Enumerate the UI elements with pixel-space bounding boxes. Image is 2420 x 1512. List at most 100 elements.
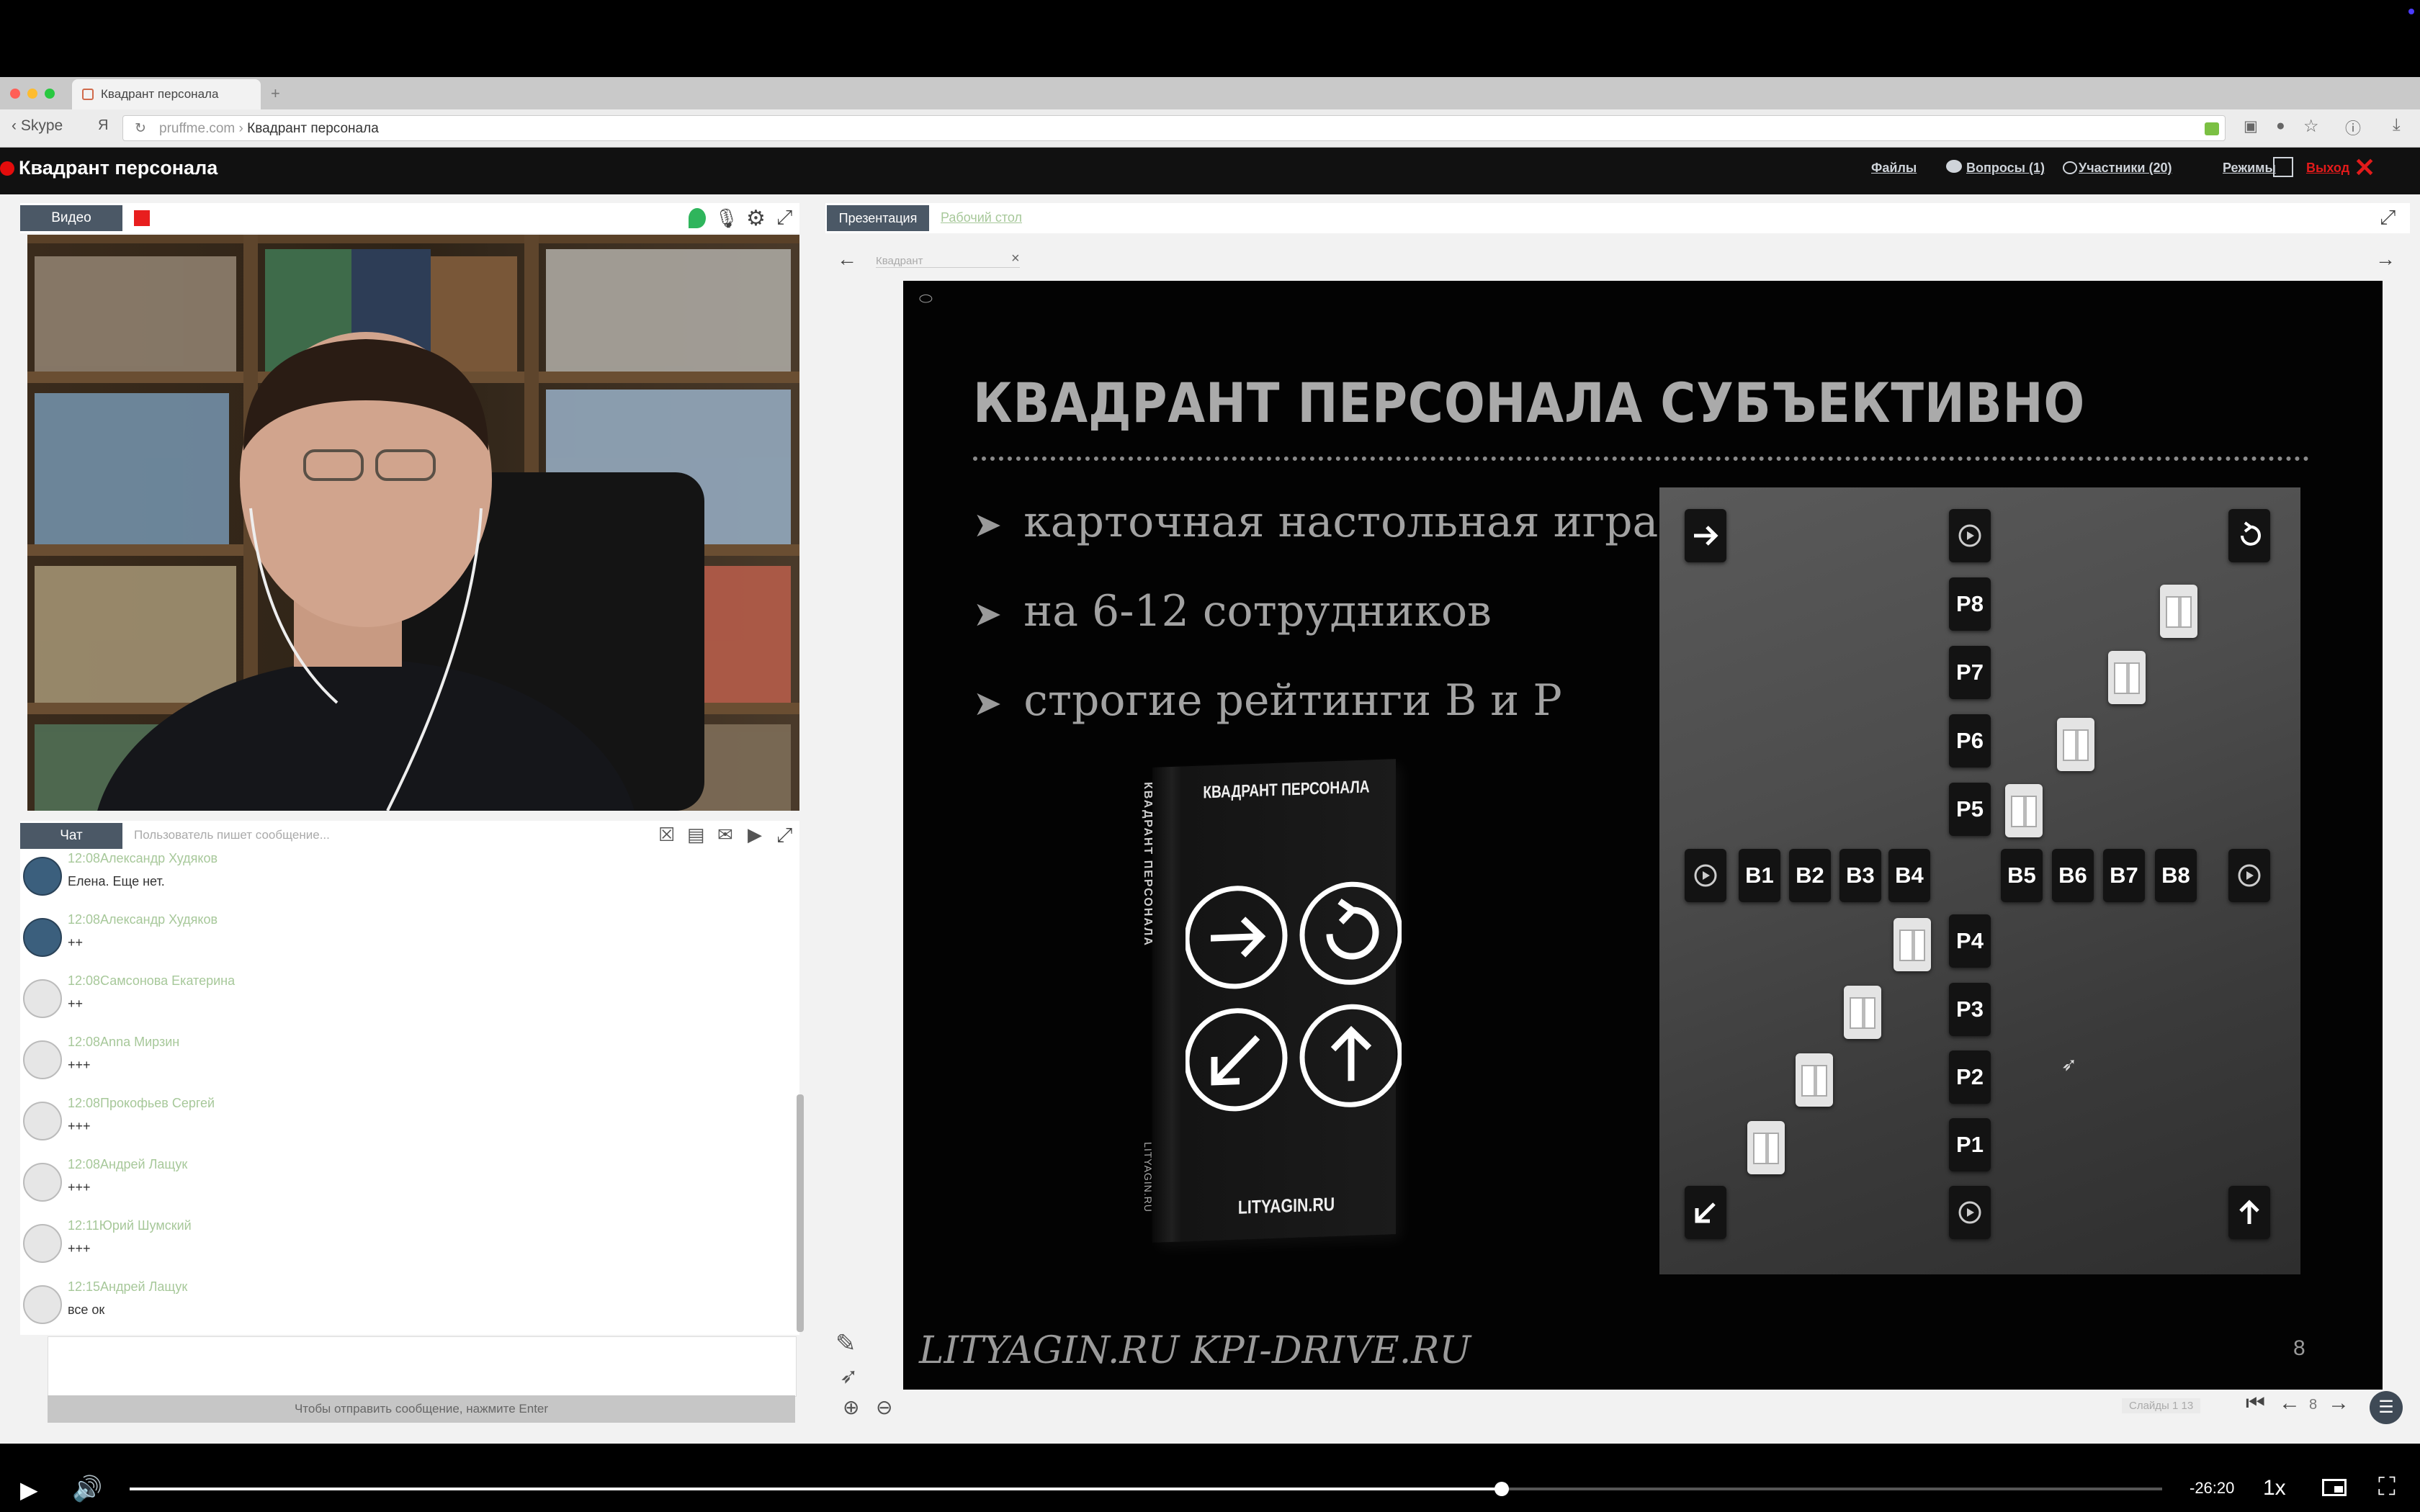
first-slide-icon[interactable]: ⏮ (2246, 1391, 2265, 1416)
chat-message: 12:08Александр Худяков ++ (20, 912, 776, 970)
message-author[interactable]: Андрей Лащук (100, 1157, 187, 1171)
next-slide-arrow-icon[interactable]: → (2328, 1391, 2349, 1416)
yandex-icon[interactable]: Я (98, 117, 108, 134)
bookmark-star-icon[interactable]: ☆ (2303, 116, 2319, 137)
reload-icon[interactable]: ↻ (135, 116, 146, 142)
next-document-arrow-icon[interactable]: → (2375, 248, 2396, 271)
presentation-slide: ⬭ КВАДРАНТ ПЕРСОНАЛА СУБЪЕКТИВНО ➤ карточ… (903, 281, 2383, 1390)
mail-icon[interactable]: ✉ (717, 824, 733, 846)
prev-document-arrow-icon[interactable]: ← (837, 248, 857, 271)
record-indicator-icon (134, 210, 150, 226)
tab-presentation[interactable]: Презентация (827, 205, 929, 231)
message-author[interactable]: Александр Худяков (100, 912, 218, 927)
time-remaining: -26:20 (2190, 1479, 2235, 1497)
play-icon[interactable]: ▶ (748, 824, 762, 846)
book-cover-image: КВАДРАНТ ПЕРСОНАЛА LITYAGIN.RU КВАДРАНТ … (1142, 759, 1402, 1243)
chat-message-list[interactable]: 12:08Александр Худяков Елена. Еще нет. 1… (20, 851, 799, 1335)
exit-link[interactable]: Выход (2306, 161, 2349, 176)
microphone-icon[interactable]: 🎙 (714, 207, 738, 230)
chat-message: 12:08Александр Худяков Елена. Еще нет. (20, 851, 776, 909)
tab-chat[interactable]: Чат (20, 823, 122, 849)
message-author[interactable]: Андрей Лащук (100, 1279, 187, 1294)
new-tab-plus-icon[interactable]: + (271, 84, 280, 103)
questions-link[interactable]: Вопросы (1) (1966, 161, 2045, 176)
bullet-arrow-icon: ➤ (973, 505, 1003, 545)
window-close-button[interactable] (10, 89, 20, 99)
broadcast-icon[interactable] (689, 208, 706, 228)
clear-chat-icon[interactable]: ☒ (658, 824, 675, 846)
prev-slide-arrow-icon[interactable]: ← (2279, 1391, 2300, 1416)
expand-icon[interactable]: ⤢ (776, 206, 792, 230)
info-icon[interactable]: ⓘ (2345, 116, 2361, 139)
bullet-arrow-icon: ➤ (973, 594, 1003, 634)
picture-in-picture-icon[interactable] (2322, 1479, 2347, 1496)
back-button[interactable]: ‹ Skype (12, 117, 63, 135)
download-icon[interactable]: ⤓ (2393, 115, 2401, 135)
settings-gear-icon[interactable]: ⚙ (746, 206, 766, 231)
chat-message-input[interactable] (48, 1336, 797, 1397)
default-avatar-icon (23, 1224, 62, 1263)
close-document-icon[interactable]: × (1011, 251, 1020, 267)
default-avatar-icon (23, 979, 62, 1018)
message-author[interactable]: Anna Мирзин (100, 1035, 179, 1049)
export-excel-icon[interactable]: ▤ (687, 824, 705, 846)
document-tab[interactable]: Квадрант × (876, 251, 1020, 268)
seek-bar-progress (130, 1488, 1502, 1490)
send-hint-bar[interactable]: Чтобы отправить сообщение, нажмите Enter (48, 1395, 795, 1423)
user-avatar (23, 857, 62, 896)
default-avatar-icon (23, 1163, 62, 1202)
arrow-up-tile (2228, 1186, 2270, 1239)
card-tile-icon (2108, 651, 2146, 704)
close-x-icon[interactable]: ✕ (2354, 153, 2375, 183)
exit-fullscreen-icon[interactable]: ⛶ (2378, 1473, 2396, 1501)
chat-bubble-icon[interactable]: ☰ (2370, 1391, 2403, 1424)
browser-tab-strip (0, 77, 2420, 109)
webcam-video[interactable] (27, 235, 799, 811)
chat-message: 12:08Прокофьев Сергей +++ (20, 1096, 776, 1153)
b-tile: B4 (1888, 849, 1930, 902)
window-zoom-button[interactable] (45, 89, 55, 99)
pointer-tool-icon[interactable]: ➶ (840, 1364, 858, 1389)
files-link[interactable]: Файлы (1871, 161, 1917, 176)
card-tile-icon (2005, 784, 2043, 837)
browser-tab[interactable]: Квадрант персонала (72, 79, 261, 109)
current-slide-number[interactable]: 8 (2309, 1397, 2317, 1413)
chat-message: 12:15Андрей Лащук все ок (20, 1279, 776, 1337)
presentation-expand-icon[interactable]: ⤢ (2380, 206, 2396, 230)
playback-speed-button[interactable]: 1x (2263, 1476, 2286, 1500)
url-page-title: Квадрант персонала (247, 121, 379, 136)
mouse-cursor-icon: ➶ (2061, 1053, 2077, 1075)
extension-icon[interactable]: ▣ (2244, 117, 2258, 135)
tab-video[interactable]: Видео (20, 205, 122, 231)
message-author[interactable]: Самсонова Екатерина (100, 973, 235, 988)
chat-scrollbar[interactable] (797, 1094, 804, 1332)
message-author[interactable]: Юрий Шумский (99, 1218, 192, 1233)
profile-icon[interactable]: ● (2276, 117, 2285, 135)
seek-bar-thumb[interactable] (1494, 1482, 1509, 1496)
layout-icon[interactable] (2273, 157, 2293, 177)
participants-eye-icon (2063, 161, 2077, 174)
modes-link[interactable]: Режимы (2223, 161, 2276, 176)
chat-message: 12:11Юрий Шумский +++ (20, 1218, 776, 1276)
default-avatar-icon (23, 1040, 62, 1079)
volume-icon[interactable]: 🔊 (72, 1475, 102, 1503)
zoom-out-icon[interactable]: ⊖ (876, 1395, 892, 1419)
participants-link[interactable]: Участники (20) (2079, 161, 2172, 176)
app-logo-icon (0, 161, 14, 176)
chat-expand-icon[interactable]: ⤢ (776, 824, 792, 847)
tab-favicon-icon (82, 89, 94, 100)
zoom-in-icon[interactable]: ⊕ (843, 1395, 859, 1419)
message-author[interactable]: Александр Худяков (100, 851, 218, 865)
b-tile: B2 (1789, 849, 1831, 902)
app-title: Квадрант персонала (19, 157, 218, 179)
laser-pointer-icon[interactable]: ⬭ (919, 289, 933, 308)
address-bar[interactable]: ↻ pruffme.com › Квадрант персонала (122, 115, 2226, 141)
window-minimize-button[interactable] (27, 89, 37, 99)
slide-footer: LITYAGIN.RU KPI-DRIVE.RU (919, 1329, 1471, 1372)
message-text: +++ (68, 1241, 91, 1256)
document-tab-label: Квадрант (876, 255, 923, 267)
pencil-tool-icon[interactable]: ✎ (835, 1329, 856, 1358)
message-author[interactable]: Прокофьев Сергей (100, 1096, 215, 1110)
play-button[interactable]: ▶ (20, 1476, 38, 1503)
tab-desktop[interactable]: Рабочий стол (941, 210, 1022, 225)
